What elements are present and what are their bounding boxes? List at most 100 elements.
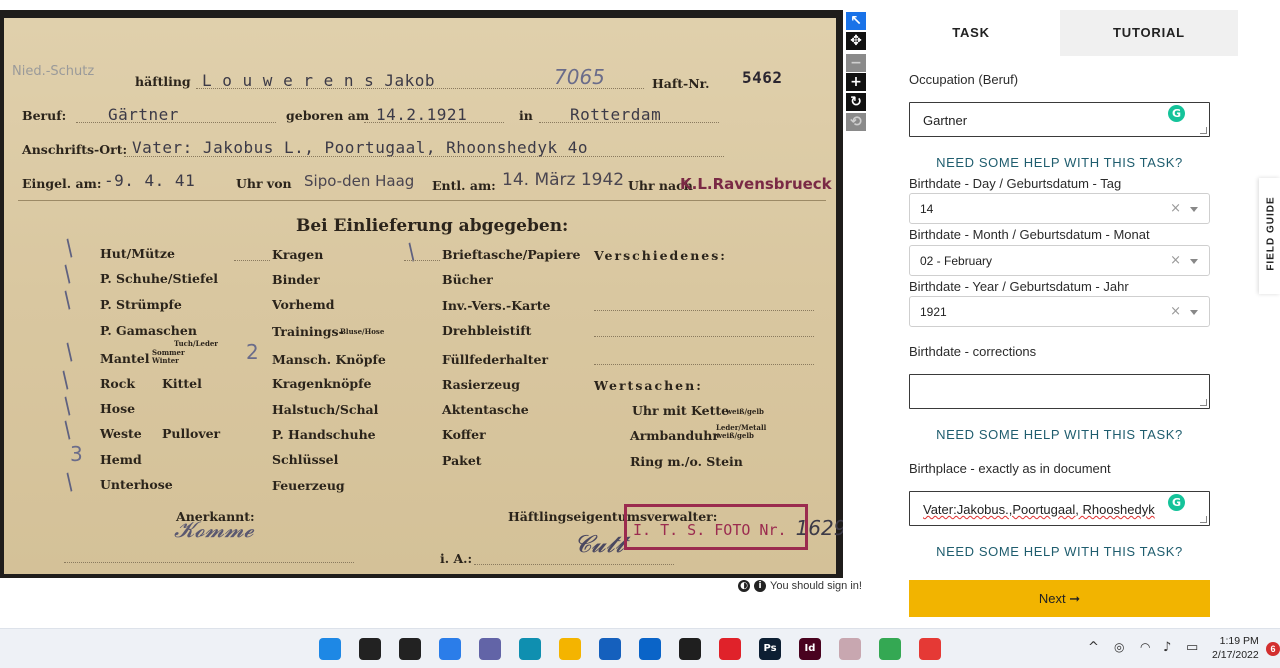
- chevron-down-icon[interactable]: [1190, 310, 1198, 315]
- divider: [18, 200, 826, 201]
- item-ring: Ring m./o. Stein: [630, 454, 743, 469]
- zoom-out-tool[interactable]: −: [846, 54, 866, 72]
- signature-scribble: 𝓚𝓸𝓶𝓶𝓮: [174, 518, 254, 543]
- resize-handle[interactable]: [1200, 516, 1207, 523]
- month-select[interactable]: 02 - February ×: [909, 245, 1210, 276]
- pan-tool[interactable]: ✥: [846, 32, 866, 50]
- clear-icon[interactable]: ×: [1170, 253, 1181, 268]
- contrast-icon[interactable]: ◐: [738, 580, 750, 592]
- next-button[interactable]: Next ➞: [909, 580, 1210, 617]
- item-paket: Paket: [442, 453, 482, 468]
- corrections-field[interactable]: [909, 374, 1210, 409]
- edge-icon[interactable]: [519, 638, 541, 660]
- item-schuhe: P. Schuhe/Stiefel: [100, 271, 219, 286]
- notification-badge[interactable]: 6: [1266, 642, 1280, 656]
- rotate-tool[interactable]: ↻: [846, 93, 866, 111]
- item-gamaschen: P. Gamaschen: [100, 323, 197, 338]
- avatar-app-icon[interactable]: [839, 638, 861, 660]
- item-aktentasche: Aktentasche: [442, 402, 529, 417]
- tick-mark: /: [56, 367, 76, 394]
- help-link[interactable]: NEED SOME HELP WITH THIS TASK?: [909, 155, 1210, 170]
- item-uhr-kette: Uhr mit Kette: [632, 403, 730, 418]
- item-armbanduhr-sub: Leder/Metall weiß/gelb: [716, 423, 767, 440]
- tab-tutorial[interactable]: TUTORIAL: [1060, 10, 1238, 56]
- windows-start-icon[interactable]: [319, 638, 341, 660]
- anschrift-value: Vater: Jakobus L., Poortugaal, Rhoonshed…: [132, 138, 588, 157]
- geboren-label: geboren am: [286, 108, 370, 123]
- reset-tool[interactable]: ⟲: [846, 113, 866, 131]
- item-uhr-kette-sub: weiß/gelb: [726, 407, 764, 416]
- occupation-value: Gartner: [923, 113, 968, 128]
- store-icon[interactable]: [599, 638, 621, 660]
- birthplace-label: Birthplace - exactly as in document: [909, 461, 1111, 476]
- tick-mark: /: [60, 339, 80, 366]
- battery-icon[interactable]: ▭: [1186, 640, 1198, 655]
- info-icon[interactable]: i: [754, 580, 766, 592]
- item-weste: Weste: [100, 426, 142, 441]
- indesign-icon[interactable]: Id: [799, 638, 821, 660]
- year-select[interactable]: 1921 ×: [909, 296, 1210, 327]
- tick-mark: /: [60, 469, 80, 496]
- grammarly-icon[interactable]: G: [1168, 494, 1185, 511]
- chevron-down-icon[interactable]: [1190, 259, 1198, 264]
- clear-icon[interactable]: ×: [1170, 304, 1181, 319]
- item-manschetten: Mansch. Knöpfe: [272, 352, 386, 367]
- grammarly-icon[interactable]: G: [1168, 105, 1185, 122]
- day-label: Birthdate - Day / Geburtsdatum - Tag: [909, 176, 1122, 191]
- task-view-icon[interactable]: [399, 638, 421, 660]
- snipping-tool-icon[interactable]: [919, 638, 941, 660]
- item-feuerzeug: Feuerzeug: [272, 478, 345, 493]
- wifi-icon[interactable]: ◠: [1140, 640, 1150, 654]
- item-tuch-leder: Tuch/Leder: [174, 339, 218, 348]
- section-title: Bei Einlieferung abgegeben:: [296, 216, 569, 236]
- birthplace-field[interactable]: Vater:Jakobus.,Poortugaal, Rhooshedyk G: [909, 491, 1210, 526]
- item-binder: Binder: [272, 272, 320, 287]
- beruf-value: Gärtner: [108, 105, 179, 124]
- photoshop-icon[interactable]: Ps: [759, 638, 781, 660]
- zoom-in-tool[interactable]: +: [846, 73, 866, 91]
- help-link[interactable]: NEED SOME HELP WITH THIS TASK?: [909, 427, 1210, 442]
- occupation-field[interactable]: Gartner G: [909, 102, 1210, 137]
- resize-handle[interactable]: [1200, 399, 1207, 406]
- clock[interactable]: 1:19 PM 2/17/2022: [1212, 634, 1259, 662]
- prisoner-record-card: Nied.-Schutz häftling L o u w e r e n s …: [4, 18, 843, 574]
- pointer-tool[interactable]: ↖: [846, 12, 866, 30]
- day-select[interactable]: 14 ×: [909, 193, 1210, 224]
- tray-chevron-icon[interactable]: ^: [1088, 640, 1099, 655]
- i-a-label: i. A.:: [440, 551, 473, 566]
- search-icon[interactable]: [359, 638, 381, 660]
- widgets-icon[interactable]: [439, 638, 461, 660]
- item-hemd: Hemd: [100, 452, 142, 467]
- signin-text: You should sign in!: [770, 580, 862, 592]
- field-guide-tab[interactable]: FIELD GUIDE: [1259, 178, 1280, 294]
- item-koffer: Koffer: [442, 427, 486, 442]
- stamp-text: I. T. S. FOTO Nr.: [633, 521, 787, 539]
- dropbox-icon[interactable]: [679, 638, 701, 660]
- item-hut: Hut/Mütze: [100, 246, 175, 261]
- sound-icon[interactable]: ♪: [1163, 640, 1171, 655]
- signature-scribble-2: 𝓒𝓾𝓽𝓽: [574, 530, 624, 558]
- chrome-icon[interactable]: [879, 638, 901, 660]
- chevron-down-icon[interactable]: [1190, 207, 1198, 212]
- item-vorhemd: Vorhemd: [272, 297, 335, 312]
- item-kragenknoepfe: Kragenknöpfe: [272, 376, 372, 391]
- clear-icon[interactable]: ×: [1170, 201, 1181, 216]
- mail-icon[interactable]: [639, 638, 661, 660]
- beruf-label: Beruf:: [22, 108, 67, 123]
- item-trainings: Trainings-: [272, 324, 344, 339]
- help-link[interactable]: NEED SOME HELP WITH THIS TASK?: [909, 544, 1210, 559]
- tick-mark: /: [58, 287, 78, 314]
- item-struempfe: P. Strümpfe: [100, 297, 182, 312]
- tab-task[interactable]: TASK: [882, 10, 1060, 56]
- network-icon[interactable]: ◎: [1114, 640, 1124, 654]
- birthplace-value: Vater:Jakobus.,Poortugaal, Rhooshedyk: [923, 502, 1155, 517]
- document-viewer[interactable]: Nied.-Schutz häftling L o u w e r e n s …: [0, 10, 843, 578]
- leader-line: [234, 260, 270, 261]
- resize-handle[interactable]: [1200, 127, 1207, 134]
- day-value: 14: [920, 202, 934, 216]
- tick-mark: /: [60, 235, 80, 262]
- teams-chat-icon[interactable]: [479, 638, 501, 660]
- file-explorer-icon[interactable]: [559, 638, 581, 660]
- haft-nr-value: 5462: [742, 68, 783, 87]
- acrobat-icon[interactable]: [719, 638, 741, 660]
